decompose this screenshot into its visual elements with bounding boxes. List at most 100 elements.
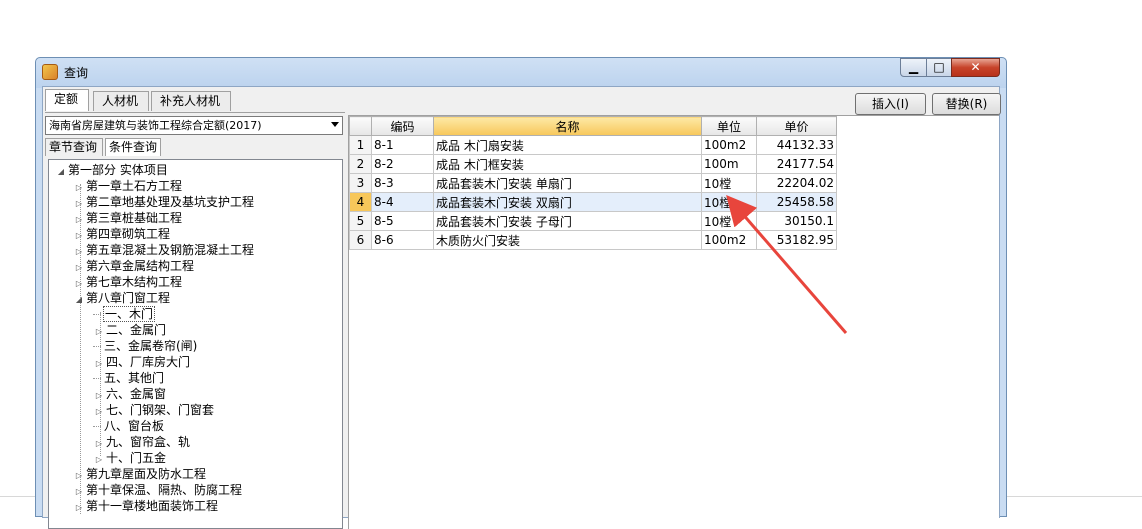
- table-row[interactable]: 5 8-5 成品套装木门安装 子母门 10樘 30150.1: [349, 211, 837, 231]
- replace-button[interactable]: 替换(R): [932, 93, 1001, 115]
- tree-item[interactable]: ▷ 第十章保温、隔热、防腐工程: [73, 482, 243, 498]
- collapse-icon[interactable]: ◢: [73, 292, 85, 308]
- price-cell[interactable]: 53182.95: [756, 230, 837, 250]
- collapse-icon[interactable]: ◢: [55, 164, 67, 180]
- tree-item[interactable]: ▷ 六、金属窗: [93, 386, 167, 402]
- tree-item[interactable]: 八、窗台板: [93, 418, 165, 434]
- close-icon: ✕: [970, 60, 981, 74]
- code-cell[interactable]: 8-6: [371, 230, 434, 250]
- name-cell[interactable]: 成品 木门框安装: [433, 154, 702, 174]
- table-row[interactable]: 6 8-6 木质防火门安装 100m2 53182.95: [349, 230, 837, 250]
- tree-item-label: 五、其他门: [104, 371, 165, 385]
- row-number-cell[interactable]: 2: [349, 154, 372, 174]
- close-button[interactable]: ✕: [951, 58, 1000, 77]
- tree-item[interactable]: ▷ 第六章金属结构工程: [73, 258, 195, 274]
- code-cell[interactable]: 8-3: [371, 173, 434, 193]
- tree-item-label: 第六章金属结构工程: [86, 259, 195, 273]
- tree-item[interactable]: ▷ 七、门钢架、门窗套: [93, 402, 215, 418]
- tree-item[interactable]: ▷ 十、门五金: [93, 450, 167, 466]
- unit-cell[interactable]: 100m2: [701, 230, 757, 250]
- tree-item-label: 一、木门: [103, 306, 156, 322]
- tree-item[interactable]: ◢ 第八章门窗工程: [73, 290, 171, 306]
- app-icon: [42, 64, 58, 80]
- tree-item-label: 第十章保温、隔热、防腐工程: [86, 483, 243, 497]
- code-cell[interactable]: 8-5: [371, 211, 434, 231]
- expand-icon[interactable]: ▷: [73, 500, 85, 516]
- name-cell[interactable]: 成品套装木门安装 单扇门: [433, 173, 702, 193]
- quota-table: 编码 名称 单位 单价 1 8-1 成品 木门扇安装 100m2 44132.33 2 8-…: [349, 116, 837, 250]
- code-cell[interactable]: 8-4: [371, 192, 434, 212]
- price-cell[interactable]: 30150.1: [756, 211, 837, 231]
- name-cell[interactable]: 成品套装木门安装 子母门: [433, 211, 702, 231]
- tree-item[interactable]: ▷ 第七章木结构工程: [73, 274, 183, 290]
- minimize-button[interactable]: ▁: [900, 58, 927, 77]
- tree-item[interactable]: 三、金属卷帘(闸): [93, 338, 198, 354]
- minimize-icon: ▁: [908, 60, 919, 74]
- tree-item-label: 四、厂库房大门: [106, 355, 191, 369]
- tab-condition-search[interactable]: 条件查询: [105, 138, 161, 156]
- tree-item-label: 七、门钢架、门窗套: [106, 403, 215, 417]
- tab-chapter-search[interactable]: 章节查询: [45, 138, 103, 156]
- name-cell[interactable]: 成品 木门扇安装: [433, 135, 702, 155]
- code-cell[interactable]: 8-1: [371, 135, 434, 155]
- maximize-button[interactable]: □: [926, 58, 952, 77]
- query-dialog: 查询 ▁ □ ✕ 定额 人材机 补充人材机 插入(I) 替换(R) 海南省房屋建…: [35, 57, 1007, 529]
- tree-item-label: 九、窗帘盒、轨: [106, 435, 191, 449]
- tree-leaf-icon: [93, 378, 101, 379]
- table-row[interactable]: 1 8-1 成品 木门扇安装 100m2 44132.33: [349, 135, 837, 155]
- tree-item[interactable]: ▷ 第十一章楼地面装饰工程: [73, 498, 219, 514]
- tree-item[interactable]: ▷ 第二章地基处理及基坑支护工程: [73, 194, 255, 210]
- tree-item[interactable]: 一、木门: [93, 306, 156, 322]
- row-number-cell[interactable]: 5: [349, 211, 372, 231]
- table-row[interactable]: 2 8-2 成品 木门框安装 100m 24177.54: [349, 154, 837, 174]
- name-cell[interactable]: 成品套装木门安装 双扇门: [433, 192, 702, 212]
- tab-quota[interactable]: 定额: [45, 89, 89, 111]
- chapter-tree[interactable]: ◢ 第一部分 实体项目 ▷ 第一章土石方工程 ▷ 第二章地基处理及基坑支护工程 ▷ 第三章桩基…: [48, 159, 343, 529]
- tree-item[interactable]: ▷ 第一章土石方工程: [73, 178, 183, 194]
- tree-item[interactable]: ▷ 四、厂库房大门: [93, 354, 191, 370]
- unit-cell[interactable]: 100m2: [701, 135, 757, 155]
- price-cell[interactable]: 22204.02: [756, 173, 837, 193]
- tab-supplement[interactable]: 补充人材机: [151, 91, 231, 111]
- tree-item[interactable]: ▷ 二、金属门: [93, 322, 167, 338]
- window-title: 查询: [64, 66, 89, 80]
- tree-item[interactable]: ▷ 第三章桩基础工程: [73, 210, 183, 226]
- tree-item[interactable]: ▷ 第九章屋面及防水工程: [73, 466, 207, 482]
- tree-item[interactable]: ▷ 第四章砌筑工程: [73, 226, 171, 242]
- insert-button[interactable]: 插入(I): [855, 93, 926, 115]
- unit-cell[interactable]: 10樘: [701, 211, 757, 231]
- unit-cell[interactable]: 100m: [701, 154, 757, 174]
- tree-item-label: 二、金属门: [106, 323, 167, 337]
- tree-item-label: 第五章混凝土及钢筋混凝土工程: [86, 243, 255, 257]
- price-cell[interactable]: 44132.33: [756, 135, 837, 155]
- tree-item[interactable]: ◢ 第一部分 实体项目: [55, 162, 169, 178]
- unit-cell[interactable]: 10樘: [701, 173, 757, 193]
- row-number-header: [349, 116, 372, 136]
- price-cell[interactable]: 24177.54: [756, 154, 837, 174]
- tree-item-label: 第九章屋面及防水工程: [86, 467, 207, 481]
- title-bar[interactable]: 查询 ▁ □ ✕: [36, 58, 1006, 86]
- column-header-code[interactable]: 编码: [371, 116, 434, 136]
- unit-cell[interactable]: 10樘: [701, 192, 757, 212]
- chevron-down-icon[interactable]: [331, 122, 339, 127]
- column-header-price[interactable]: 单价: [756, 116, 837, 136]
- table-row[interactable]: 4 8-4 成品套装木门安装 双扇门 10樘 25458.58: [349, 192, 837, 212]
- row-number-cell[interactable]: 3: [349, 173, 372, 193]
- tree-item[interactable]: ▷ 第五章混凝土及钢筋混凝土工程: [73, 242, 255, 258]
- tree-item[interactable]: ▷ 九、窗帘盒、轨: [93, 434, 191, 450]
- tab-labor-material[interactable]: 人材机: [93, 91, 149, 111]
- table-row[interactable]: 3 8-3 成品套装木门安装 单扇门 10樘 22204.02: [349, 173, 837, 193]
- tree-item[interactable]: 五、其他门: [93, 370, 165, 386]
- price-cell[interactable]: 25458.58: [756, 192, 837, 212]
- quota-selector[interactable]: 海南省房屋建筑与装饰工程综合定额(2017): [45, 116, 343, 135]
- column-header-unit[interactable]: 单位: [701, 116, 757, 136]
- code-cell[interactable]: 8-2: [371, 154, 434, 174]
- row-number-cell[interactable]: 1: [349, 135, 372, 155]
- column-header-name[interactable]: 名称: [433, 116, 702, 136]
- tree-item-label: 三、金属卷帘(闸): [104, 339, 198, 353]
- tree-leaf-icon: [93, 346, 101, 347]
- table-header-row: 编码 名称 单位 单价: [349, 116, 837, 136]
- name-cell[interactable]: 木质防火门安装: [433, 230, 702, 250]
- row-number-cell[interactable]: 4: [349, 192, 372, 212]
- row-number-cell[interactable]: 6: [349, 230, 372, 250]
